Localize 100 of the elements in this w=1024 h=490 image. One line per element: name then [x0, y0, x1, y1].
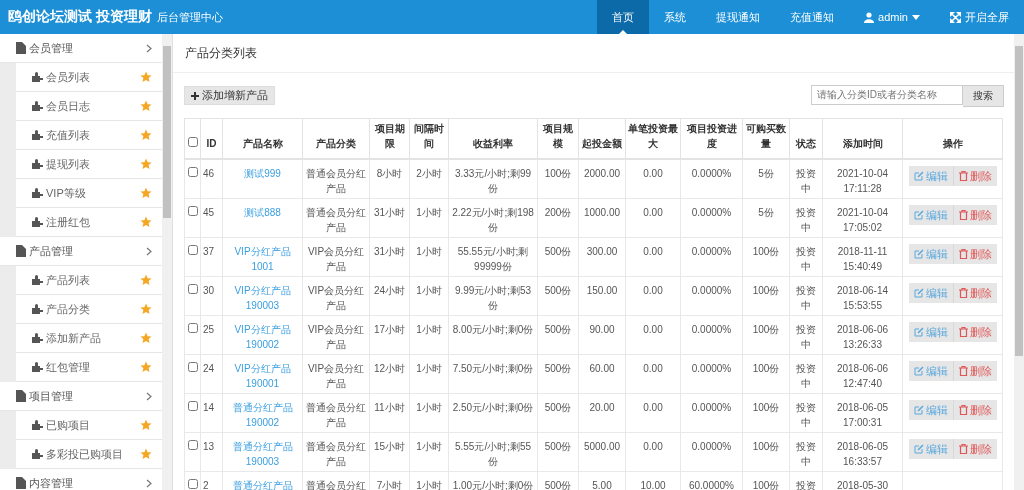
star-icon	[140, 100, 152, 112]
delete-button[interactable]: 删除	[953, 205, 997, 225]
table-cell: 5.00	[592, 480, 612, 490]
pencil-icon	[913, 444, 924, 454]
sidebar-item[interactable]: 会员日志	[16, 92, 162, 121]
table-cell: 0.00	[643, 168, 663, 179]
nav-tab[interactable]: 充值通知	[775, 0, 850, 34]
column-header: 项目期限	[374, 123, 405, 149]
sidebar-item[interactable]: 已购项目	[16, 411, 162, 440]
plus-icon	[191, 91, 199, 100]
row-checkbox[interactable]	[187, 401, 198, 411]
table-cell: 1小时	[416, 246, 442, 257]
scrollbar[interactable]	[1014, 34, 1024, 490]
edit-button[interactable]: 编辑	[908, 322, 954, 342]
table-cell: 17小时	[373, 324, 406, 335]
table-cell: 普通会员分红产品	[306, 168, 366, 194]
sidebar-item[interactable]: 提现列表	[16, 150, 162, 179]
row-checkbox[interactable]	[187, 479, 198, 489]
table-cell: 100份	[752, 363, 780, 374]
fullscreen-button[interactable]: 开启全屏	[935, 0, 1024, 34]
column-header: 收益利率	[473, 138, 513, 149]
pencil-icon	[913, 366, 924, 376]
delete-button[interactable]: 删除	[953, 439, 997, 459]
row-checkbox[interactable]	[187, 167, 198, 177]
star-icon	[140, 419, 152, 431]
nav-tab[interactable]: 首页	[597, 0, 650, 34]
delete-button[interactable]: 删除	[953, 361, 997, 381]
delete-button[interactable]: 删除	[953, 322, 997, 342]
table-cell: 0.00	[643, 324, 663, 335]
nav-tab[interactable]: 系统	[649, 0, 702, 34]
table-cell: 500份	[544, 441, 572, 452]
table-cell: 5.55元/小时;剩55份	[454, 441, 532, 467]
table-cell: 300.00	[586, 246, 618, 257]
sidebar-item[interactable]: 添加新产品	[16, 324, 162, 353]
search-button[interactable]: 搜索	[963, 84, 1004, 107]
sidebar-group[interactable]: 会员管理	[0, 34, 162, 63]
sidebar-item[interactable]: 充值列表	[16, 121, 162, 150]
edit-button[interactable]: 编辑	[908, 283, 954, 303]
table-cell: 2.22元/小时;剩198份	[452, 207, 534, 233]
user-menu[interactable]: admin	[849, 0, 935, 34]
star-icon	[140, 361, 152, 373]
row-checkbox[interactable]	[187, 284, 198, 294]
delete-button[interactable]: 删除	[953, 166, 997, 186]
table-cell: 2018-05-30	[836, 480, 889, 490]
pencil-icon	[913, 288, 924, 298]
table-cell: 100份	[752, 402, 780, 413]
trash-icon	[958, 249, 968, 259]
row-checkbox[interactable]	[187, 440, 198, 450]
sidebar-group[interactable]: 内容管理	[0, 469, 162, 490]
chevron-icon	[146, 246, 152, 256]
edit-button[interactable]: 编辑	[908, 205, 954, 225]
edit-button[interactable]: 编辑	[908, 244, 954, 264]
sidebar-item[interactable]: VIP等级	[16, 179, 162, 208]
document-icon	[16, 477, 26, 489]
select-all-checkbox[interactable]	[187, 137, 198, 147]
sidebar-item[interactable]: 会员列表	[16, 63, 162, 92]
table-cell: 20.00	[589, 402, 615, 413]
trash-icon	[958, 405, 968, 415]
table-cell: 0.00	[643, 285, 663, 296]
edit-button[interactable]: 编辑	[908, 400, 954, 420]
sidebar-group[interactable]: 项目管理	[0, 382, 162, 411]
nav-tab[interactable]: 提现通知	[701, 0, 776, 34]
row-checkbox[interactable]	[187, 245, 198, 255]
sidebar-item[interactable]: 产品分类	[16, 295, 162, 324]
edit-button[interactable]: 编辑	[908, 439, 954, 459]
column-header: 起投金额	[582, 138, 622, 149]
table-cell: 100份	[752, 480, 780, 490]
sidebar-group[interactable]: 产品管理	[0, 237, 162, 266]
row-checkbox[interactable]	[187, 323, 198, 333]
table-cell: 0.0000%	[691, 324, 732, 335]
chevron-icon	[146, 391, 152, 401]
table-cell: 2018-06-05 16:33:57	[836, 441, 889, 467]
edit-button[interactable]: 编辑	[908, 361, 954, 381]
sidebar-item[interactable]: 红包管理	[16, 353, 162, 382]
puzzle-icon	[32, 72, 43, 82]
column-header: 单笔投资最大	[628, 123, 678, 149]
row-checkbox[interactable]	[187, 206, 198, 216]
sidebar-item[interactable]: 多彩投已购项目	[16, 440, 162, 469]
delete-button[interactable]: 删除	[953, 283, 997, 303]
add-product-button[interactable]: 添加增新产品	[184, 86, 275, 105]
scrollbar[interactable]	[162, 34, 172, 490]
row-checkbox[interactable]	[187, 362, 198, 372]
table-cell: 30	[203, 285, 215, 296]
table-cell: 37	[203, 246, 215, 257]
table-cell: 2	[203, 480, 209, 490]
table-cell: 投资中	[796, 207, 816, 233]
table-cell: 31小时	[373, 246, 406, 257]
column-header: ID	[206, 138, 217, 149]
puzzle-icon	[32, 217, 43, 227]
sidebar-item[interactable]: 注册红包	[16, 208, 162, 237]
table-cell: 3.33元/小时;剩99份	[454, 168, 532, 194]
table-cell: 500份	[544, 480, 572, 490]
edit-button[interactable]: 编辑	[908, 166, 954, 186]
table-cell: 2021-10-04 17:11:28	[836, 168, 889, 194]
sidebar-item[interactable]: 产品列表	[16, 266, 162, 295]
trash-icon	[958, 171, 968, 181]
search-field[interactable]: 请输入分类ID或者分类名称	[811, 84, 963, 105]
delete-button[interactable]: 删除	[953, 244, 997, 264]
table-cell: 2018-06-06 12:47:40	[836, 363, 889, 389]
delete-button[interactable]: 删除	[953, 400, 997, 420]
